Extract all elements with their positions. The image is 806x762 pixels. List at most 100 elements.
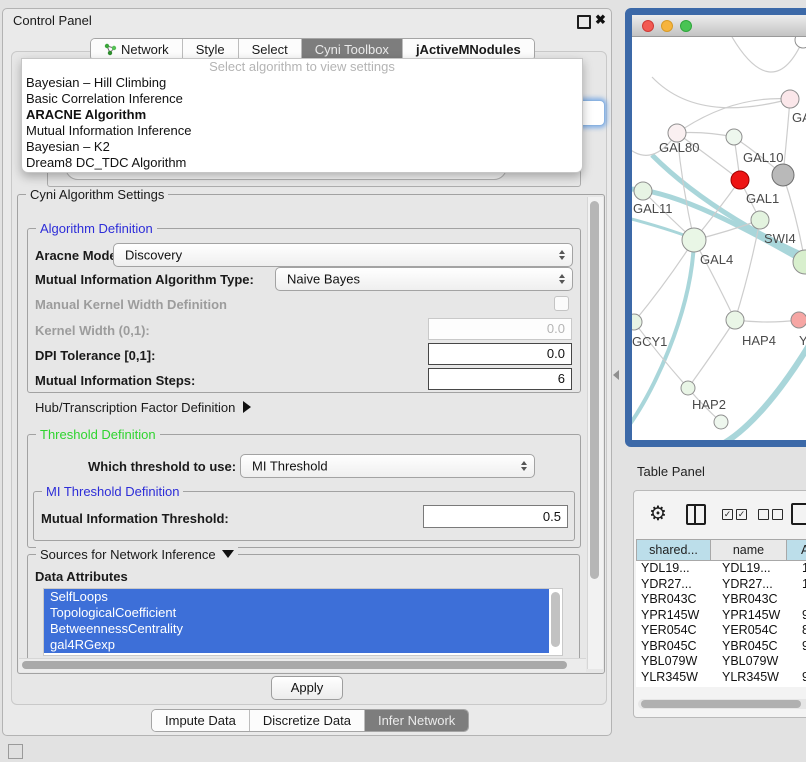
algorithm-option[interactable]: Dream8 DC_TDC Algorithm	[22, 155, 582, 171]
table-row[interactable]: YER054CYER054C8.	[636, 623, 806, 639]
network-node[interactable]	[632, 314, 642, 330]
column-header-name[interactable]: name	[711, 539, 787, 561]
table-row[interactable]: YBR045CYBR045C9.	[636, 639, 806, 655]
network-node[interactable]	[726, 129, 742, 145]
attribute-item-selected[interactable]: BetweennessCentrality	[44, 621, 549, 637]
sources-title[interactable]: Sources for Network Inference	[36, 547, 238, 562]
network-window-titlebar[interactable]	[632, 15, 806, 37]
column-header-clipped[interactable]: A	[787, 539, 806, 561]
document-icon[interactable]	[791, 503, 806, 525]
apply-button[interactable]: Apply	[271, 676, 343, 700]
mi-threshold-input[interactable]: 0.5	[423, 505, 568, 528]
network-node-label: GCY1	[632, 334, 667, 349]
table-hscroll-thumb[interactable]	[641, 700, 801, 708]
zoom-window-icon[interactable]	[680, 20, 692, 32]
network-node-label: Y	[799, 333, 806, 348]
kernel-width-input[interactable]: 0.0	[428, 318, 572, 340]
network-node[interactable]	[795, 37, 806, 48]
tab-infer-network[interactable]: Infer Network	[365, 710, 468, 731]
table-cell: YIL052C	[715, 685, 798, 687]
network-node[interactable]	[751, 211, 769, 229]
table-row[interactable]: YBR043CYBR043C	[636, 592, 806, 608]
tab-impute-data[interactable]: Impute Data	[152, 710, 250, 731]
table-cell: YPR145W	[636, 608, 715, 624]
network-node[interactable]	[634, 182, 652, 200]
tab-discretize-data[interactable]: Discretize Data	[250, 710, 365, 731]
gear-icon[interactable]: ⚙	[649, 501, 667, 526]
table-cell: YER054C	[715, 623, 798, 639]
network-node[interactable]	[726, 311, 744, 329]
float-panel-icon[interactable]	[577, 15, 591, 29]
table-row[interactable]: YBL079WYBL079W	[636, 654, 806, 670]
network-node[interactable]	[791, 312, 806, 328]
table-cell: 9.	[798, 608, 806, 624]
manual-kernel-width-checkbox[interactable]	[554, 296, 569, 311]
table-panel-title: Table Panel	[637, 464, 705, 479]
table-horizontal-scrollbar[interactable]	[638, 699, 806, 709]
algorithm-option[interactable]: Basic Correlation Inference	[22, 91, 582, 107]
tab-discretize-data-label: Discretize Data	[263, 710, 351, 731]
column-header-shared[interactable]: shared...	[636, 539, 711, 561]
checkbox-checked-icon[interactable]: ✓	[736, 509, 747, 520]
mi-algorithm-type-label: Mutual Information Algorithm Type:	[35, 272, 254, 287]
mi-algorithm-type-value: Naive Bayes	[287, 272, 360, 287]
network-node[interactable]	[781, 90, 799, 108]
table-row[interactable]: YLR345WYLR345W9.	[636, 670, 806, 686]
split-columns-icon[interactable]	[686, 504, 706, 525]
hub-definition-toggle[interactable]: Hub/Transcription Factor Definition	[35, 400, 251, 415]
attribute-item-selected[interactable]: SelfLoops	[44, 589, 549, 605]
table-row[interactable]: YDR27...YDR27...12	[636, 577, 806, 593]
settings-hscroll-thumb[interactable]	[22, 661, 567, 669]
minimize-window-icon[interactable]	[661, 20, 673, 32]
table-cell: YLR345W	[715, 670, 798, 686]
network-node-label: GAL11	[633, 201, 673, 216]
mi-algorithm-type-combo[interactable]: Naive Bayes	[275, 267, 573, 291]
network-node[interactable]	[682, 228, 706, 252]
algorithm-option-selected[interactable]: ARACNE Algorithm	[22, 107, 582, 123]
data-attributes-label: Data Attributes	[35, 569, 128, 584]
table-row[interactable]: YPR145WYPR145W9.	[636, 608, 806, 624]
tab-cyni-toolbox[interactable]: Cyni Toolbox	[302, 39, 403, 60]
tab-jactivemnodules[interactable]: jActiveMNodules	[403, 39, 534, 60]
control-panel-window: Control Panel ✖ Network Style Select Cyn…	[2, 8, 612, 736]
attribute-item-selected[interactable]: gal4RGexp	[44, 637, 549, 653]
tab-network[interactable]: Network	[91, 39, 183, 60]
algorithm-option[interactable]: Bayesian – Hill Climbing	[22, 75, 582, 91]
network-canvas[interactable]: GALGAL80GAL10GAL1GAL11SWI4GAL4GCY1HAP4YH…	[632, 37, 806, 440]
mi-steps-input[interactable]: 6	[428, 368, 572, 390]
table-row[interactable]: YDL19...YDL19...13	[636, 561, 806, 577]
checkbox-unchecked-icon[interactable]	[772, 509, 783, 520]
checkbox-checked-icon[interactable]: ✓	[722, 509, 733, 520]
close-window-icon[interactable]	[642, 20, 654, 32]
collapsed-panel-grip[interactable]	[8, 744, 23, 759]
which-threshold-combo[interactable]: MI Threshold	[240, 454, 535, 478]
dpi-tolerance-input[interactable]: 0.0	[428, 343, 572, 365]
attribute-list-scrollbar[interactable]	[549, 590, 560, 652]
stepper-arrows-icon	[521, 461, 527, 471]
dpi-tolerance-label: DPI Tolerance [0,1]:	[35, 348, 155, 363]
table-cell: 9	[798, 685, 806, 687]
hub-definition-label: Hub/Transcription Factor Definition	[35, 400, 235, 415]
attribute-item-selected[interactable]: TopologicalCoefficient	[44, 605, 549, 621]
aracne-mode-combo[interactable]: Discovery	[113, 243, 573, 267]
network-node[interactable]	[731, 171, 749, 189]
control-panel-title: Control Panel	[13, 13, 92, 28]
table-cell: YBR043C	[715, 592, 798, 608]
network-node-label: GAL	[792, 110, 806, 125]
settings-horizontal-scrollbar[interactable]	[19, 658, 586, 672]
splitpane-divider-grip[interactable]	[613, 370, 619, 380]
collapsed-arrow-icon	[243, 401, 251, 413]
checkbox-unchecked-icon[interactable]	[758, 509, 769, 520]
settings-vscroll-thumb[interactable]	[590, 201, 599, 579]
algorithm-option[interactable]: Bayesian – K2	[22, 139, 582, 155]
close-panel-icon[interactable]: ✖	[595, 12, 606, 28]
tab-style[interactable]: Style	[183, 39, 239, 60]
network-node[interactable]	[714, 415, 728, 429]
table-row[interactable]: YIL052CYIL052C9	[636, 685, 806, 687]
expanded-arrow-icon	[222, 550, 234, 558]
settings-vertical-scrollbar[interactable]	[587, 197, 603, 669]
network-node[interactable]	[772, 164, 794, 186]
network-node[interactable]	[681, 381, 695, 395]
algorithm-option[interactable]: Mutual Information Inference	[22, 123, 582, 139]
tab-select[interactable]: Select	[239, 39, 302, 60]
